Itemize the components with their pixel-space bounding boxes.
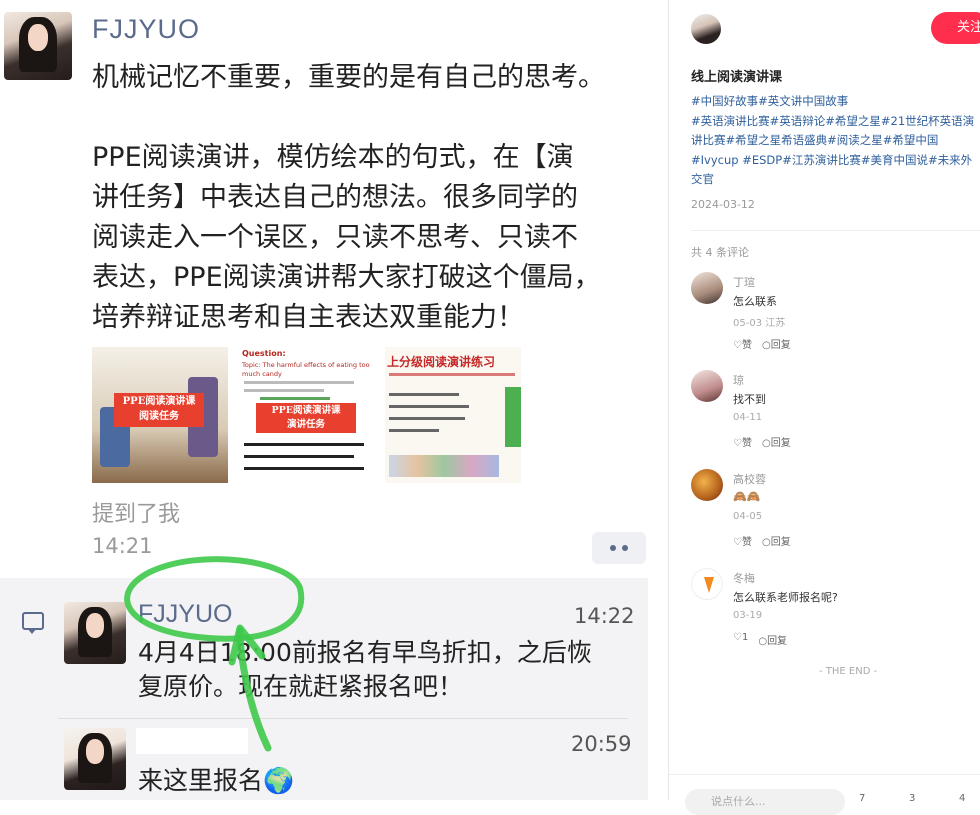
post-image-1[interactable]: PPE阅读演讲课 阅读任务: [92, 347, 228, 483]
post-line1: 机械记忆不重要，重要的是有自己的思考。: [92, 62, 605, 93]
comment-count: 共 4 条评论: [691, 246, 749, 259]
like-button[interactable]: ♡1: [733, 632, 748, 647]
author-avatar[interactable]: [691, 14, 721, 44]
like-button[interactable]: ♡赞: [733, 336, 752, 351]
reply-button[interactable]: ○回复: [762, 336, 791, 351]
xiaohongshu-panel: 关注 线上阅读演讲课 #中国好故事#英文讲中国故事 #英语演讲比赛#英语辩论#希…: [668, 0, 980, 815]
side-comment-name[interactable]: 琼: [733, 372, 744, 388]
side-comment: 冬梅 怎么联系老师报名呢? 03-19 ♡1 ○回复: [691, 568, 980, 658]
side-comment-avatar[interactable]: [691, 568, 723, 600]
like-button[interactable]: ♡赞: [733, 533, 752, 548]
poster-name[interactable]: FJJYUO: [92, 14, 200, 45]
side-comment-date: 04-11: [733, 412, 763, 423]
more-button[interactable]: [592, 532, 646, 564]
side-comment-text: 🙈🙈: [733, 490, 761, 503]
post-image-2[interactable]: Question: Topic: The harmful effects of …: [238, 347, 374, 483]
side-comment: 琼 找不到 04-11 ♡赞 ○回复: [691, 370, 980, 460]
side-comment-avatar[interactable]: [691, 272, 723, 304]
post-image-2-heading: Question:: [242, 349, 286, 358]
bottom-bar: 说点什么... 7 3 4: [669, 774, 980, 815]
note-tags[interactable]: #中国好故事#英文讲中国故事 #英语演讲比赛#英语辩论#希望之星#21世纪杯英语…: [691, 92, 980, 190]
reply-button[interactable]: ○回复: [762, 533, 791, 548]
post-paragraph: PPE阅读演讲，模仿绘本的句式，在【演 讲任务】中表达自己的想法。很多同学的 阅…: [92, 142, 601, 333]
side-comment-text: 怎么联系: [733, 295, 777, 308]
side-comment-avatar[interactable]: [691, 370, 723, 402]
side-comment-date: 04-05: [733, 511, 763, 522]
post-image-2-sub: Topic: The harmful effects of eating too…: [242, 361, 370, 378]
comment-2-time: 20:59: [571, 732, 632, 756]
side-comment-name[interactable]: 冬梅: [733, 570, 755, 586]
the-end-label: - THE END -: [819, 666, 878, 677]
comment-2-text: 来这里报名🌍: [138, 766, 295, 795]
comment-icon-tail: [27, 628, 37, 634]
carrot-icon: [704, 577, 714, 593]
like-count[interactable]: 7: [859, 793, 865, 804]
comments-section: FJJYUO 14:22 4月4日18:00前报名有早鸟折扣，之后恢 复原价。现…: [0, 578, 648, 800]
comment-divider: [58, 718, 628, 719]
like-button[interactable]: ♡赞: [733, 434, 752, 449]
side-comment-date: 05-03 江苏: [733, 318, 786, 329]
comment-1-text: 4月4日18:00前报名有早鸟折扣，之后恢 复原价。现在就赶紧报名吧！: [138, 638, 592, 701]
side-comment: 高校蓉 🙈🙈 04-05 ♡赞 ○回复: [691, 469, 980, 559]
comment-1-author[interactable]: FJJYUO: [138, 600, 232, 629]
comment-1-time: 14:22: [574, 604, 635, 628]
side-comment-name[interactable]: 丁瑄: [733, 274, 755, 290]
reply-button[interactable]: ○回复: [758, 632, 787, 647]
moments-feed: FJJYUO 机械记忆不重要，重要的是有自己的思考。 PPE阅读演讲，模仿绘本的…: [0, 0, 668, 800]
reply-button[interactable]: ○回复: [762, 434, 791, 449]
post-image-3-label: 上分级阅读演讲练习: [387, 355, 496, 369]
follow-button[interactable]: 关注: [931, 12, 980, 44]
poster-avatar[interactable]: [4, 12, 72, 80]
side-comment-text: 怎么联系老师报名呢?: [733, 591, 838, 604]
comment-2-avatar[interactable]: [64, 728, 126, 790]
side-comment-text: 找不到: [733, 393, 766, 406]
mention-label: 提到了我: [92, 502, 181, 527]
comment-1-avatar[interactable]: [64, 602, 126, 664]
post-image-1-label: PPE阅读演讲课 阅读任务: [122, 396, 196, 422]
post-time: 14:21: [92, 534, 153, 558]
divider: [691, 230, 980, 231]
side-comment-date: 03-19: [733, 610, 763, 621]
side-comment: 丁瑄 怎么联系 05-03 江苏 ♡赞 ○回复: [691, 272, 980, 362]
note-title: 线上阅读演讲课: [691, 70, 783, 85]
post-image-3[interactable]: 上分级阅读演讲练习: [385, 347, 521, 483]
collect-count[interactable]: 3: [909, 793, 915, 804]
comment-input[interactable]: 说点什么...: [685, 789, 845, 815]
note-date: 2024-03-12: [691, 198, 755, 211]
post-image-2-label: PPE阅读演讲课 演讲任务: [271, 405, 341, 430]
comment-count-bottom[interactable]: 4: [959, 793, 965, 804]
side-comment-name[interactable]: 高校蓉: [733, 471, 766, 487]
comment-2-author-redacted: [136, 728, 248, 754]
side-comment-avatar[interactable]: [691, 469, 723, 501]
